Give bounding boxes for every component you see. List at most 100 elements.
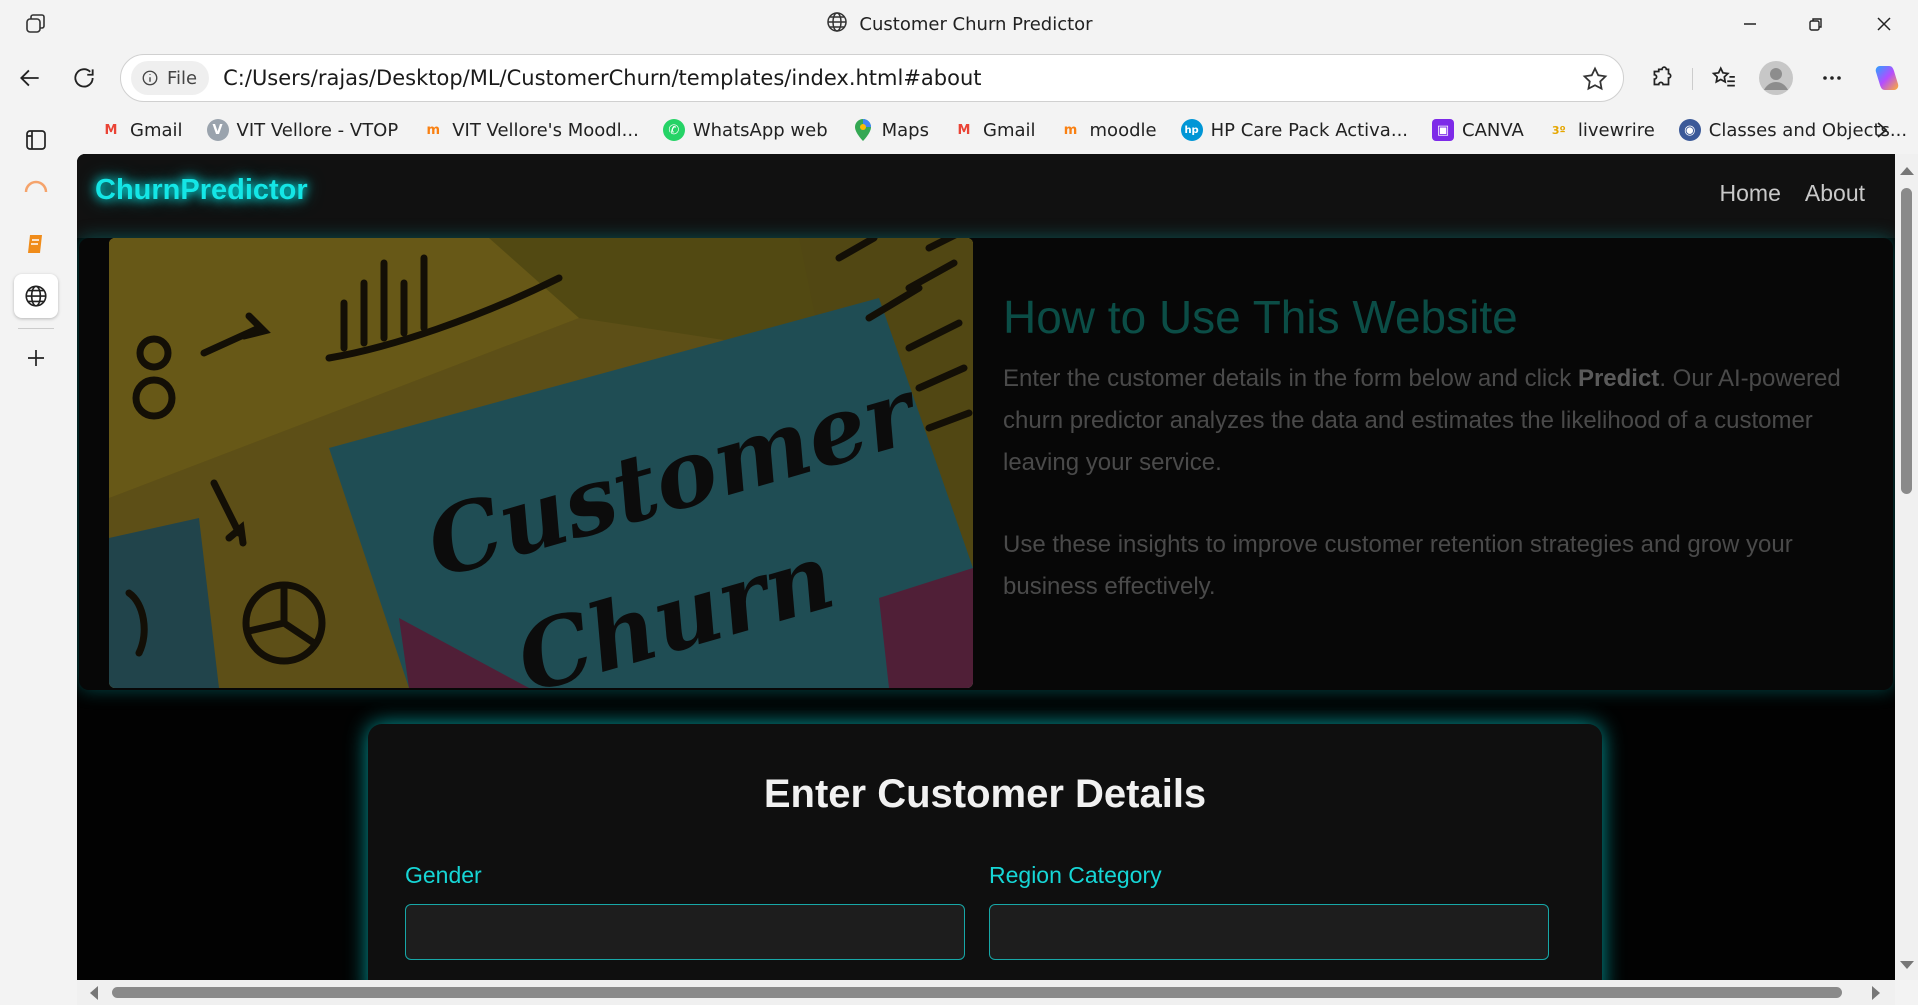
more-menu-button[interactable] — [1812, 58, 1852, 98]
plus-icon — [28, 350, 44, 366]
refresh-icon — [74, 68, 94, 88]
bookmarks-bar: M Gmail V VIT Vellore - VTOP m VIT Vello… — [88, 112, 1918, 148]
region-category-input[interactable] — [989, 904, 1549, 960]
navigation-bar: File C:/Users/rajas/Desktop/ML/CustomerC… — [0, 50, 1918, 106]
globe-icon — [825, 10, 849, 39]
bookmark-label: WhatsApp web — [692, 119, 828, 141]
bookmark-label: moodle — [1089, 119, 1157, 141]
bookmark-label: HP Care Pack Activa... — [1210, 119, 1409, 141]
maps-icon — [852, 119, 874, 141]
profile-button[interactable] — [1756, 58, 1796, 98]
scroll-left-arrow-icon[interactable] — [89, 986, 99, 1000]
horizontal-scroll-thumb[interactable] — [112, 987, 1842, 998]
vtop-icon: V — [206, 119, 229, 141]
bookmark-label: VIT Vellore - VTOP — [236, 119, 399, 141]
back-button[interactable] — [10, 58, 50, 98]
restore-icon — [1809, 18, 1822, 31]
bookmark-vtop[interactable]: V VIT Vellore - VTOP — [195, 112, 411, 148]
gmail-icon: M — [104, 122, 118, 138]
nav-link-home[interactable]: Home — [1720, 180, 1781, 207]
about-heading: How to Use This Website — [1003, 291, 1518, 343]
vertical-tabs-sidebar — [0, 112, 72, 1005]
about-paragraph-2: Use these insights to improve customer r… — [1003, 531, 1793, 600]
refresh-button[interactable] — [64, 58, 104, 98]
url-text[interactable]: C:/Users/rajas/Desktop/ML/CustomerChurn/… — [223, 66, 981, 90]
about-paragraph-1: Enter the customer details in the form b… — [1003, 358, 1863, 484]
bookmark-gmail-2[interactable]: M Gmail — [941, 112, 1048, 148]
gender-label: Gender — [405, 862, 482, 888]
bookmark-moodle[interactable]: m moodle — [1048, 112, 1169, 148]
back-arrow-icon — [20, 69, 39, 87]
new-tab-button[interactable] — [14, 336, 58, 380]
bookmarks-overflow-button[interactable] — [1868, 116, 1896, 144]
canva-icon: ▣ — [1432, 119, 1455, 141]
about-p1-predict-bold: Predict — [1577, 365, 1660, 392]
sidebar-tab-book[interactable] — [14, 222, 58, 266]
page-viewport: ChurnPredictor Home About How to Use Thi… — [77, 154, 1895, 980]
extensions-button[interactable] — [1642, 58, 1682, 98]
loading-spinner-icon — [24, 180, 48, 193]
customer-churn-hero-image: Customer Churn — [109, 238, 973, 688]
bookmark-label: CANVA — [1462, 119, 1524, 141]
toolbar-divider — [1692, 68, 1693, 90]
scroll-right-arrow-icon[interactable] — [1871, 986, 1881, 1000]
livewire-icon: 3º — [1551, 123, 1566, 137]
chevron-right-icon — [1877, 122, 1888, 138]
window-title-text: Customer Churn Predictor — [859, 13, 1093, 35]
customer-details-form: Enter Customer Details Gender Region Cat… — [368, 724, 1602, 980]
bookmark-hp-care-pack[interactable]: hp HP Care Pack Activa... — [1169, 112, 1420, 148]
moodle-icon: m — [1063, 122, 1078, 138]
scroll-down-arrow-icon[interactable] — [1900, 960, 1914, 970]
vertical-scroll-thumb[interactable] — [1901, 188, 1912, 494]
vertical-scrollbar[interactable] — [1895, 154, 1918, 980]
bookmark-canva[interactable]: ▣ CANVA — [1420, 112, 1536, 148]
sidebar-divider — [18, 328, 54, 329]
minimize-icon — [1744, 23, 1756, 25]
puzzle-icon — [1653, 66, 1672, 86]
region-category-label: Region Category — [989, 862, 1162, 888]
browser-window: Customer Churn Predictor File C:/Users/r… — [0, 0, 1918, 1005]
bookmark-maps[interactable]: Maps — [840, 112, 941, 148]
gender-input[interactable] — [405, 904, 965, 960]
bookmark-whatsapp[interactable]: ✆ WhatsApp web — [651, 112, 840, 148]
about-section: Customer Churn How to Use This Website E… — [79, 238, 1893, 690]
title-bar: Customer Churn Predictor — [0, 0, 1918, 48]
customer-churn-illustration: Customer Churn — [109, 238, 973, 688]
whatsapp-icon: ✆ — [662, 119, 685, 141]
site-nav-links: Home About — [1720, 180, 1865, 207]
nav-link-about[interactable]: About — [1805, 180, 1865, 207]
scheme-label: File — [167, 67, 198, 89]
about-p1-text: Enter the customer details in the form b… — [1003, 365, 1578, 392]
favorites-icon — [1711, 66, 1735, 87]
avatar-icon — [1759, 61, 1793, 95]
bookmark-vit-moodle[interactable]: m VIT Vellore's Moodl... — [410, 112, 651, 148]
restore-button[interactable] — [1782, 0, 1850, 48]
bookmark-label: Maps — [881, 119, 929, 141]
bookmark-label: Gmail — [130, 119, 183, 141]
bookmark-livewire[interactable]: 3º livewrire — [1536, 112, 1667, 148]
close-window-button[interactable] — [1850, 0, 1918, 48]
favorite-star-button[interactable] — [1581, 65, 1609, 93]
site-navbar: ChurnPredictor Home About — [77, 154, 1895, 238]
sidebar-panel-icon — [26, 130, 46, 150]
star-icon — [1582, 66, 1608, 91]
address-bar[interactable]: File C:/Users/rajas/Desktop/ML/CustomerC… — [120, 54, 1624, 102]
form-title: Enter Customer Details — [763, 772, 1207, 816]
favorites-button[interactable] — [1704, 58, 1744, 98]
horizontal-scrollbar[interactable] — [77, 980, 1895, 1005]
site-info-button[interactable]: File — [131, 61, 210, 95]
scroll-up-arrow-icon[interactable] — [1900, 166, 1914, 176]
tab-panel-button[interactable] — [14, 118, 58, 162]
minimize-button[interactable] — [1716, 0, 1784, 48]
site-brand-logo[interactable]: ChurnPredictor — [95, 174, 308, 207]
sidebar-tab-loading[interactable] — [14, 170, 58, 214]
sidebar-tab-current-page[interactable] — [14, 274, 58, 318]
book-icon — [28, 235, 42, 253]
bookmark-label: VIT Vellore's Moodl... — [452, 119, 639, 141]
gmail-icon: M — [957, 122, 971, 138]
bookmark-gmail[interactable]: M Gmail — [88, 112, 195, 148]
classes-icon: ◉ — [1678, 119, 1701, 141]
globe-icon — [25, 285, 47, 307]
copilot-button[interactable] — [1866, 58, 1906, 98]
copilot-icon — [1875, 66, 1899, 90]
